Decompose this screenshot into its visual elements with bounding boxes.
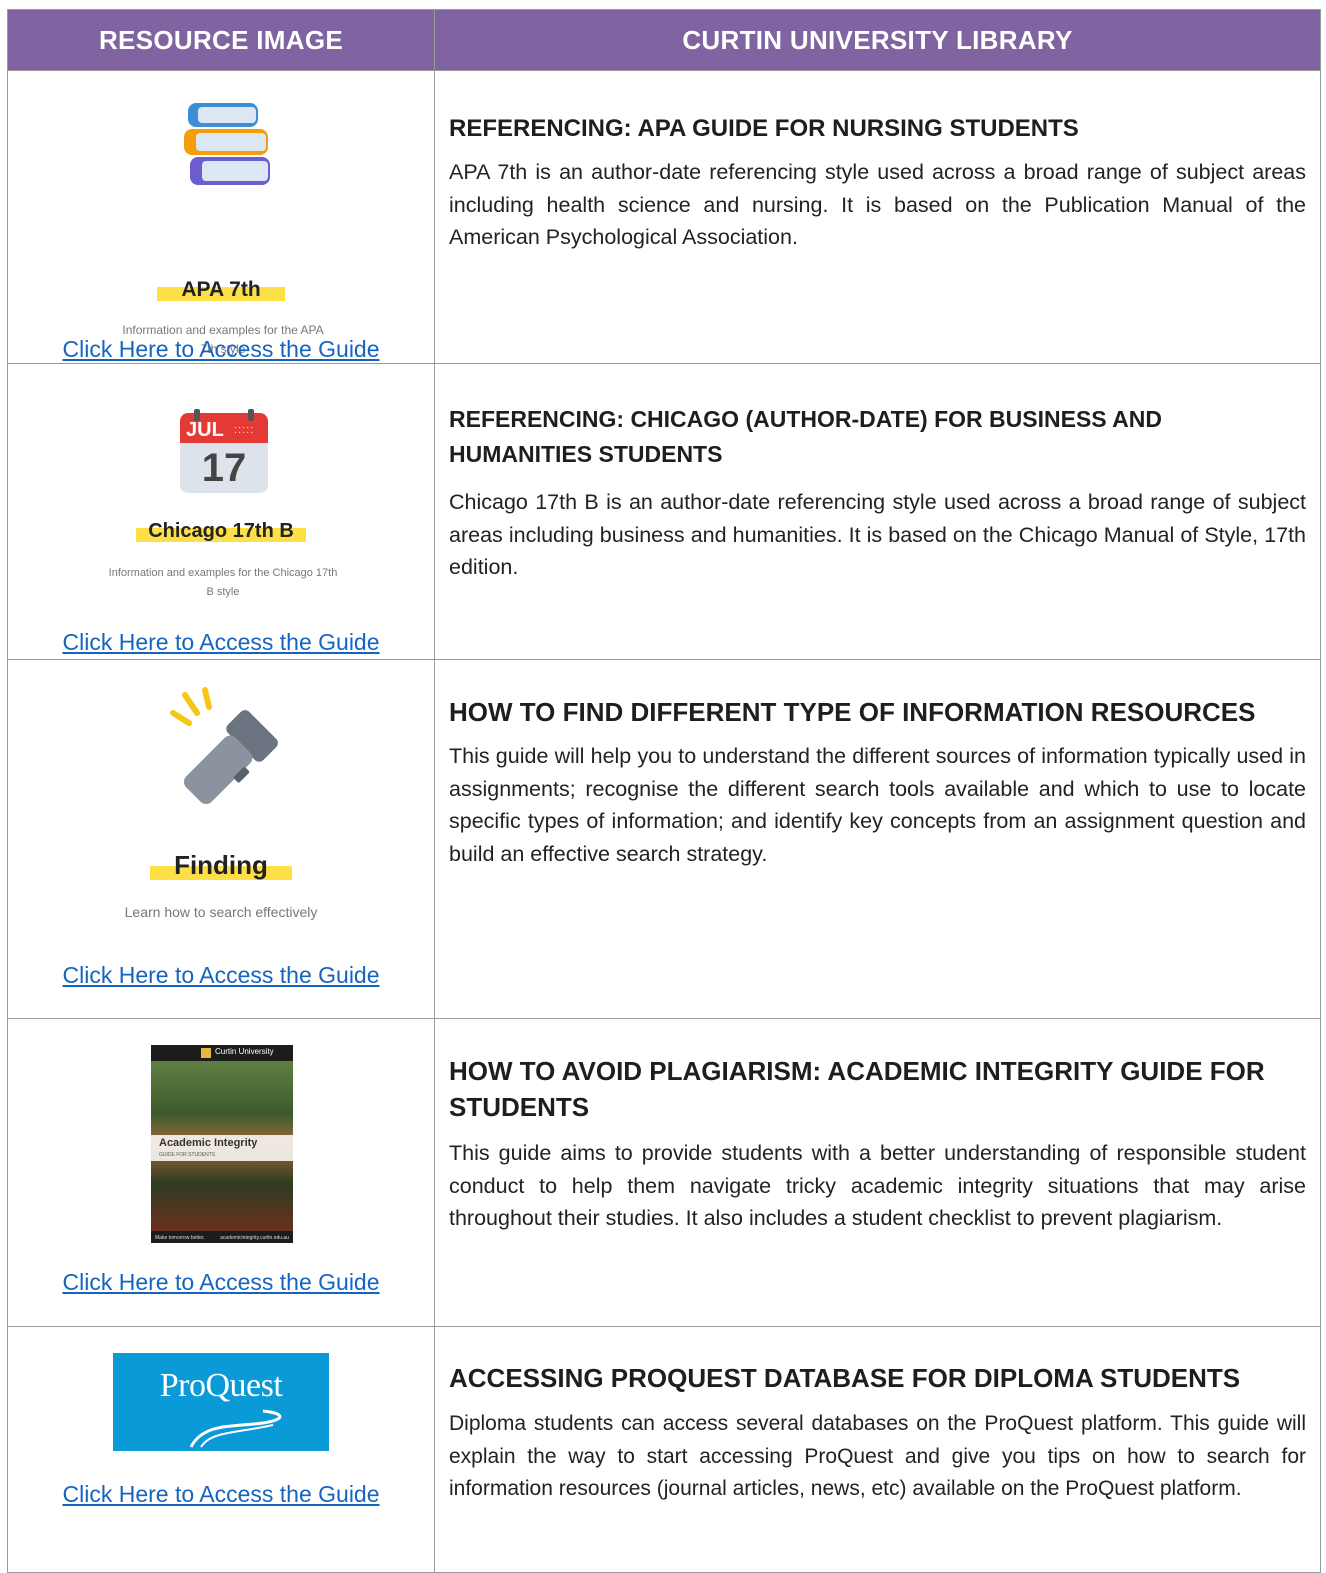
resource-text-cell: HOW TO FIND DIFFERENT TYPE OF INFORMATIO… [434,659,1321,1019]
resource-description: This guide will help you to understand t… [449,744,1306,866]
resource-title: HOW TO FIND DIFFERENT TYPE OF INFORMATIO… [449,697,1256,727]
resource-text-cell: HOW TO AVOID PLAGIARISM: ACADEMIC INTEGR… [434,1018,1321,1327]
table-header-row: RESOURCE IMAGE CURTIN UNIVERSITY LIBRARY [7,9,1321,71]
proquest-logo: ProQuest [113,1353,329,1451]
resource-image-cell: Curtin University Academic Integrity GUI… [7,1018,435,1327]
calendar-icon: JUL ::::: 17 [180,409,268,494]
finding-thumbnail: Finding Learn how to search effectively [8,660,434,960]
guide-cover-image: Curtin University Academic Integrity GUI… [151,1045,293,1243]
thumb-title: Finding [150,850,292,881]
chicago-thumbnail: JUL ::::: 17 Chicago 17th B Information … [8,364,434,614]
resource-image-cell: Finding Learn how to search effectively … [7,659,435,1019]
resource-image-cell: ProQuest Click Here to Access the Guide [7,1326,435,1573]
thumb-title: APA 7th [157,278,286,302]
table-row: JUL ::::: 17 Chicago 17th B Information … [7,363,1321,660]
apa-thumbnail: APA 7th Information and examples for the… [8,71,434,356]
calendar-day: 17 [201,446,247,490]
flashlight-icon [170,687,278,805]
cover-footer-right: academicintegrity.curtin.edu.au [220,1235,289,1241]
cover-footer-left: Make tomorrow better. [155,1235,205,1241]
resource-title: HOW TO AVOID PLAGIARISM: ACADEMIC INTEGR… [449,1056,1265,1122]
resource-text-cell: REFERENCING: APA GUIDE FOR NURSING STUDE… [434,70,1321,364]
access-guide-link[interactable]: Click Here to Access the Guide [8,629,434,656]
resource-description: Diploma students can access several data… [449,1412,1306,1500]
books-icon [184,103,270,185]
thumb-subtitle: Learn how to search effectively [124,904,318,920]
resource-image-cell: APA 7th Information and examples for the… [7,70,435,364]
cover-brand: Curtin University [215,1047,274,1056]
table-row: Curtin University Academic Integrity GUI… [7,1018,1321,1327]
table-row: ProQuest Click Here to Access the Guide … [7,1326,1321,1573]
resource-image-cell: JUL ::::: 17 Chicago 17th B Information … [7,363,435,660]
header-curtin-library: CURTIN UNIVERSITY LIBRARY [434,9,1321,71]
cover-subtitle: GUIDE FOR STUDENTS [159,1152,216,1158]
access-guide-link[interactable]: Click Here to Access the Guide [8,1481,434,1508]
cover-title: Academic Integrity [159,1137,258,1149]
calendar-month: JUL [186,419,224,441]
table-row: APA 7th Information and examples for the… [7,70,1321,364]
proquest-swoosh-icon [189,1409,282,1448]
resource-description: APA 7th is an author-date referencing st… [449,160,1306,249]
resource-title: REFERENCING: CHICAGO (AUTHOR-DATE) FOR B… [449,406,1162,467]
access-guide-link[interactable]: Click Here to Access the Guide [8,962,434,989]
access-guide-link[interactable]: Click Here to Access the Guide [8,1269,434,1296]
table-row: Finding Learn how to search effectively … [7,659,1321,1019]
resource-title: REFERENCING: APA GUIDE FOR NURSING STUDE… [449,115,1079,142]
resource-description: Chicago 17th B is an author-date referen… [449,490,1306,579]
thumb-title: Chicago 17th B [136,520,306,543]
header-resource-image: RESOURCE IMAGE [7,9,435,71]
access-guide-link[interactable]: Click Here to Access the Guide [8,336,434,363]
resource-table: RESOURCE IMAGE CURTIN UNIVERSITY LIBRARY… [7,9,1321,1573]
resource-text-cell: REFERENCING: CHICAGO (AUTHOR-DATE) FOR B… [434,363,1321,660]
resource-title: ACCESSING PROQUEST DATABASE FOR DIPLOMA … [449,1363,1241,1393]
resource-text-cell: ACCESSING PROQUEST DATABASE FOR DIPLOMA … [434,1326,1321,1573]
resource-description: This guide aims to provide students with… [449,1141,1306,1230]
thumb-subtitle: Information and examples for the Chicago… [108,567,338,598]
